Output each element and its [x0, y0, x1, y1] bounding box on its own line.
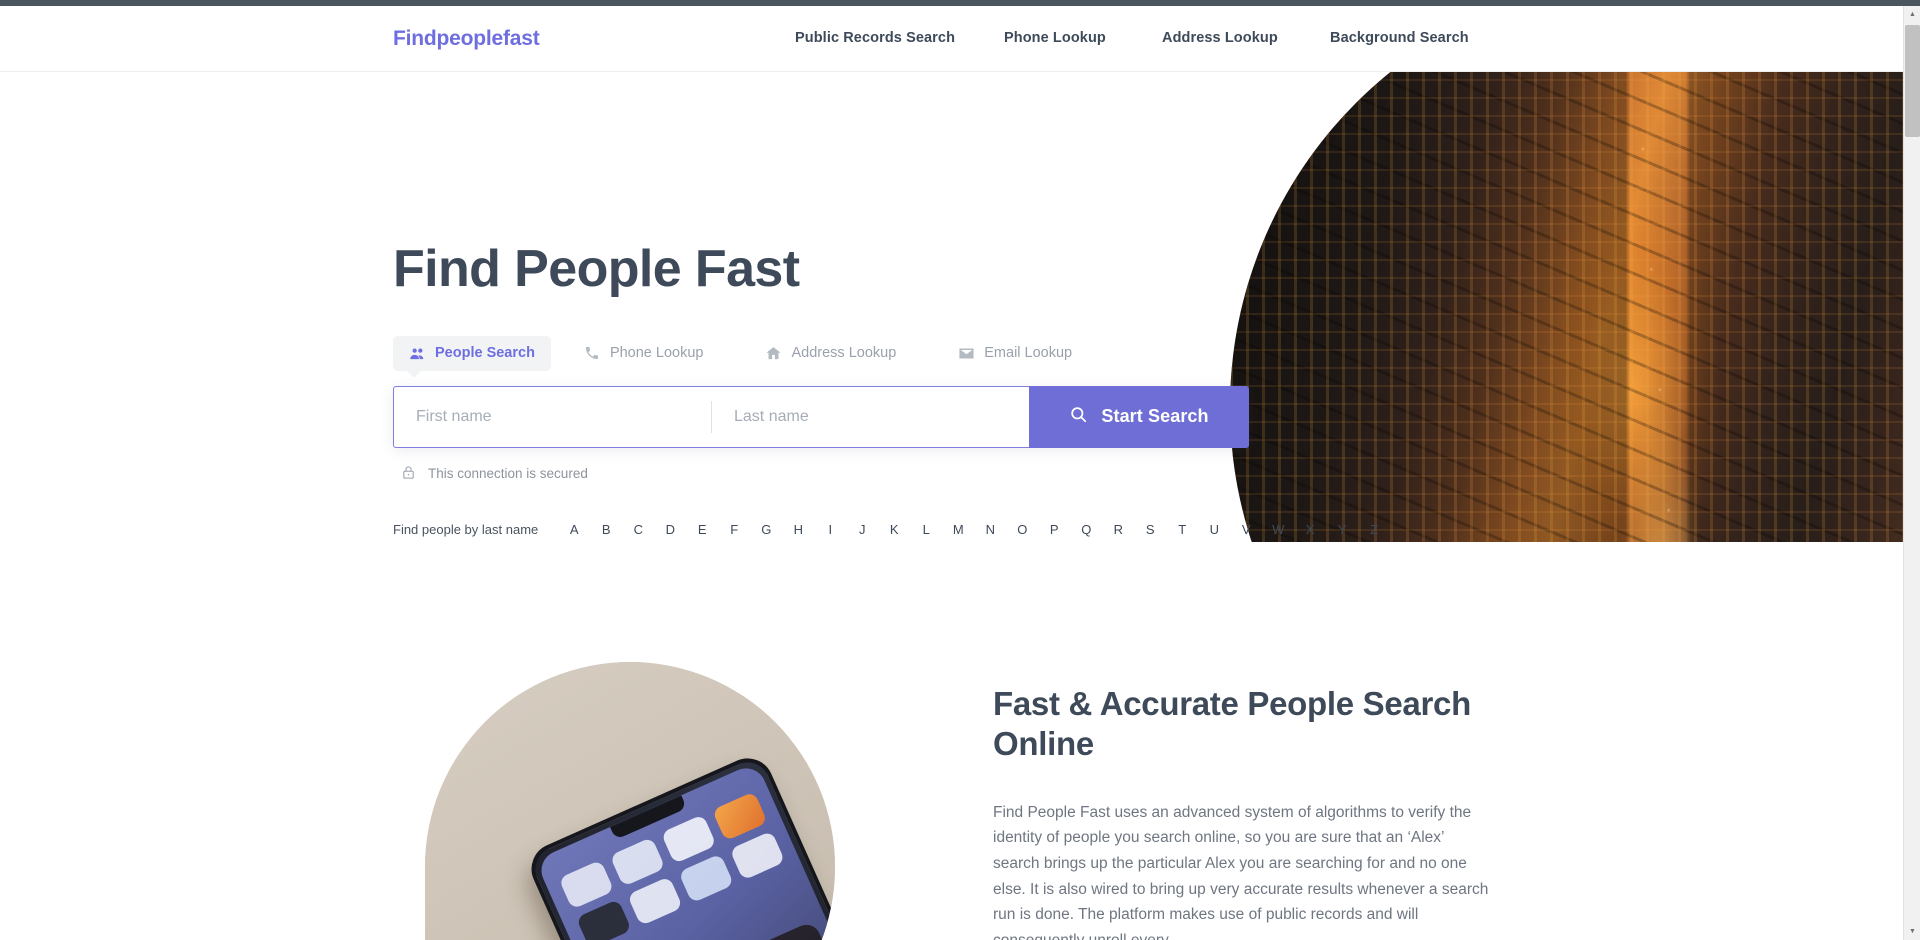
alpha-letter-f[interactable]: F [718, 522, 750, 537]
search-type-tabs: People Search Phone Lookup Address Looku… [393, 335, 1293, 378]
last-name-input[interactable] [712, 386, 1029, 447]
secure-connection-note: This connection is secured [401, 464, 1293, 484]
feature-text-column: Fast & Accurate People Search Online Fin… [993, 662, 1493, 940]
screen-time-widget: 5 h 50 min [614, 920, 835, 940]
page-title: Find People Fast [393, 240, 800, 298]
alphabet-label: Find people by last name [393, 521, 539, 537]
feature-heading: Fast & Accurate People Search Online [993, 685, 1471, 763]
search-icon [1069, 405, 1088, 429]
alpha-letter-r[interactable]: R [1102, 522, 1134, 537]
alpha-letter-e[interactable]: E [686, 522, 718, 537]
hero-city-image [1230, 72, 1903, 542]
alpha-letter-s[interactable]: S [1134, 522, 1166, 537]
alpha-letter-l[interactable]: L [910, 522, 942, 537]
app-icon [575, 899, 632, 940]
alpha-letter-x[interactable]: X [1294, 522, 1326, 537]
secure-connection-label: This connection is secured [428, 466, 588, 482]
nav-item-address-lookup[interactable]: Address Lookup [1162, 30, 1330, 46]
screen-time-value: 5 h 50 min [629, 934, 812, 940]
app-icon [711, 791, 768, 842]
main-navigation: Public Records Search Phone Lookup Addre… [795, 30, 1510, 46]
scrollbar-thumb[interactable] [1905, 25, 1920, 137]
app-icon [729, 830, 786, 881]
alpha-letter-a[interactable]: A [558, 522, 590, 537]
alpha-letter-i[interactable]: I [814, 522, 846, 537]
nav-item-background-search[interactable]: Background Search [1330, 30, 1510, 46]
alpha-letter-m[interactable]: M [942, 522, 974, 537]
tab-address-lookup[interactable]: Address Lookup [749, 336, 912, 371]
tab-address-lookup-label: Address Lookup [791, 345, 897, 362]
tab-phone-lookup[interactable]: Phone Lookup [568, 336, 720, 371]
page-scrollbar[interactable]: ▲ ▼ [1903, 6, 1920, 940]
scrollbar-arrow-up[interactable]: ▲ [1904, 6, 1920, 23]
app-icon [627, 876, 683, 927]
search-fields [393, 385, 1029, 448]
home-icon [765, 345, 782, 362]
alpha-letter-k[interactable]: K [878, 522, 910, 537]
tab-people-search[interactable]: People Search [393, 335, 551, 378]
alpha-letter-o[interactable]: O [1006, 522, 1038, 537]
start-search-label: Start Search [1101, 406, 1209, 427]
alpha-letter-n[interactable]: N [974, 522, 1006, 537]
alphabet-letters: A B C D E F G H I J K L M N O P Q R S T … [558, 522, 1390, 537]
alpha-letter-z[interactable]: Z [1358, 522, 1390, 537]
app-icon [609, 836, 666, 887]
app-icon [558, 859, 615, 910]
alpha-letter-y[interactable]: Y [1326, 522, 1358, 537]
tab-people-search-label: People Search [435, 345, 535, 362]
nav-item-phone-lookup[interactable]: Phone Lookup [1004, 30, 1162, 46]
alpha-letter-q[interactable]: Q [1070, 522, 1102, 537]
alpha-letter-b[interactable]: B [590, 522, 622, 537]
alpha-letter-g[interactable]: G [750, 522, 782, 537]
page-viewport: Findpeoplefast Public Records Search Pho… [0, 6, 1903, 940]
site-header: Findpeoplefast Public Records Search Pho… [0, 6, 1903, 72]
site-logo[interactable]: Findpeoplefast [393, 27, 540, 51]
alpha-letter-j[interactable]: J [846, 522, 878, 537]
alpha-letter-t[interactable]: T [1166, 522, 1198, 537]
feature-phone-image: 5 h 50 min [425, 662, 835, 940]
alpha-letter-h[interactable]: H [782, 522, 814, 537]
tab-email-lookup-label: Email Lookup [984, 345, 1073, 362]
feature-paragraph: Find People Fast uses an advanced system… [993, 803, 1489, 940]
alpha-letter-d[interactable]: D [654, 522, 686, 537]
alpha-letter-u[interactable]: U [1198, 522, 1230, 537]
search-form: Start Search [393, 385, 1249, 448]
app-icon [678, 853, 735, 904]
first-name-input[interactable] [394, 386, 711, 447]
alpha-letter-c[interactable]: C [622, 522, 654, 537]
alpha-letter-w[interactable]: W [1262, 522, 1294, 537]
alphabet-browse-row: Find people by last name A B C D E F G H… [393, 521, 1378, 537]
alpha-letter-v[interactable]: V [1230, 522, 1262, 537]
hero-content: Find People Fast People Search Phone Loo… [393, 72, 1378, 537]
feature-image-column: 5 h 50 min [393, 662, 873, 940]
tab-email-lookup[interactable]: Email Lookup [942, 336, 1088, 371]
hero-section: Find People Fast People Search Phone Loo… [0, 72, 1903, 542]
envelope-icon [958, 345, 975, 362]
features-section: 5 h 50 min [0, 662, 1903, 940]
alpha-letter-p[interactable]: P [1038, 522, 1070, 537]
app-icon [660, 814, 717, 864]
scrollbar-arrow-down[interactable]: ▼ [1904, 923, 1920, 940]
tab-phone-lookup-label: Phone Lookup [609, 345, 704, 362]
people-icon [409, 345, 426, 362]
start-search-button[interactable]: Start Search [1029, 385, 1249, 448]
lock-icon [401, 464, 416, 484]
nav-item-public-records-search[interactable]: Public Records Search [795, 30, 1004, 46]
phone-icon [584, 345, 601, 362]
